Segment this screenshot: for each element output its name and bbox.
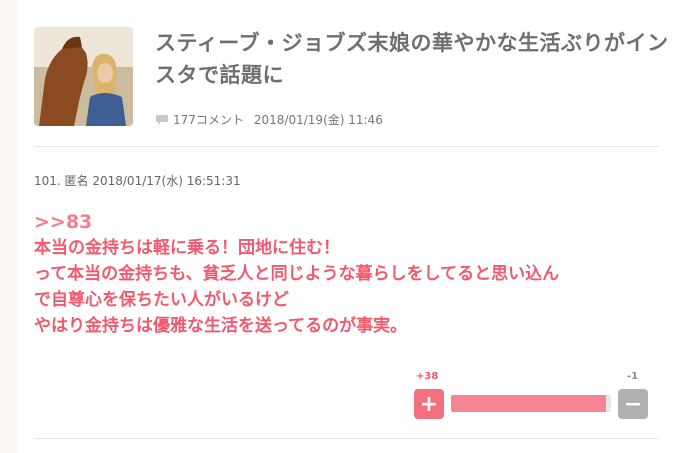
vote-ratio-fill: [451, 395, 607, 412]
minus-vote-count: -1: [627, 371, 639, 382]
comment-header: 101. 匿名 2018/01/17(水) 16:51:31: [34, 174, 241, 188]
divider: [34, 438, 659, 439]
plus-vote-count: +38: [416, 371, 439, 382]
article-thumbnail[interactable]: [34, 27, 133, 126]
article-card: スティーブ・ジョブズ末娘の華やかな生活ぶりがインスタで話題に 177コメント 2…: [18, 0, 699, 453]
comment-line: って本当の金持ちも、貧乏人と同じような暮らしをしてると思い込ん: [34, 264, 560, 284]
comment-bubble-icon: [155, 114, 169, 126]
minus-vote-button[interactable]: −: [618, 389, 648, 419]
vote-ratio-bar: [451, 395, 611, 412]
article-date: 2018/01/19(金) 11:46: [253, 113, 383, 127]
article-meta: 177コメント 2018/01/19(金) 11:46: [155, 111, 383, 128]
divider: [34, 146, 659, 147]
article-title[interactable]: スティーブ・ジョブズ末娘の華やかな生活ぶりがインスタで話題に: [155, 27, 675, 91]
comment-count[interactable]: 177コメント: [173, 111, 244, 128]
comment-line: 本当の金持ちは軽に乗る！団地に住む！: [34, 238, 340, 258]
comment-line: やはり金持ちは優雅な生活を送ってるのが事実。: [34, 316, 408, 336]
comment-line: で自尊心を保ちたい人がいるけど: [34, 290, 289, 310]
comment-body: >>83 本当の金持ちは軽に乗る！団地に住む！ って本当の金持ちも、貧乏人と同じ…: [34, 209, 684, 339]
plus-vote-button[interactable]: +: [414, 389, 444, 419]
reply-anchor-link[interactable]: >>83: [34, 209, 684, 235]
